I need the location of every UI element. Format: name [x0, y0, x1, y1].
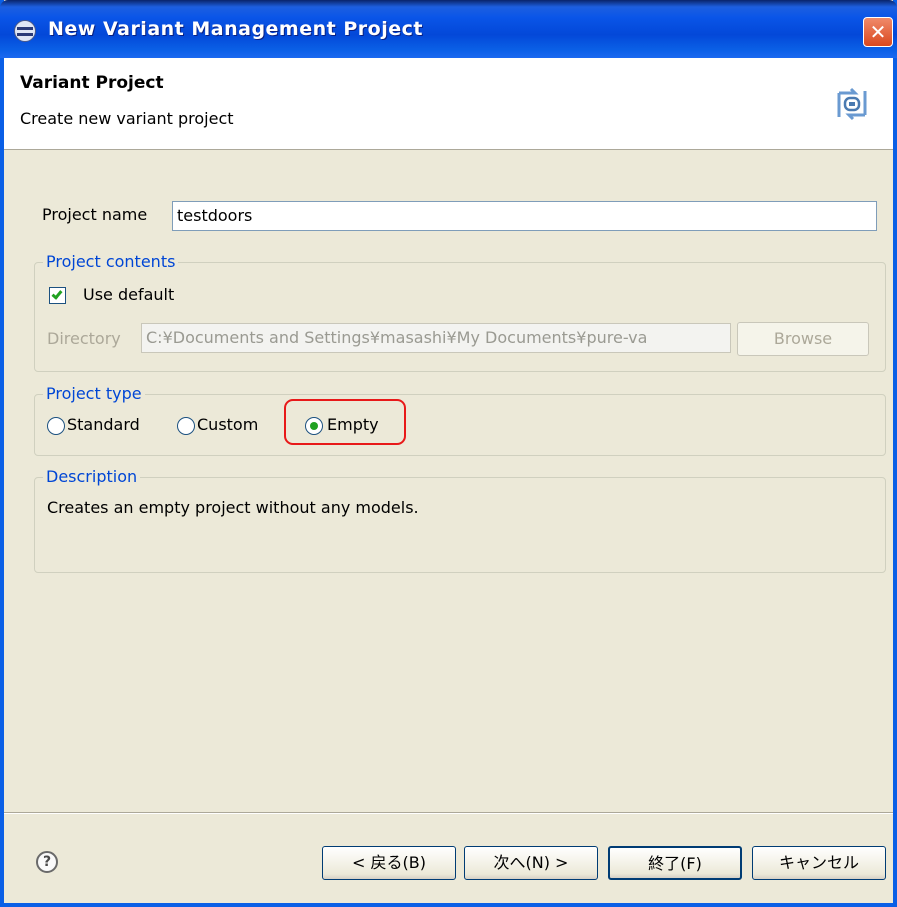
finish-button[interactable]: 終了(F): [608, 846, 742, 880]
project-contents-legend: Project contents: [43, 252, 179, 271]
radio-custom[interactable]: [177, 417, 195, 435]
radio-custom-label[interactable]: Custom: [197, 415, 258, 434]
project-name-input[interactable]: testdoors: [172, 201, 877, 231]
dialog-window: New Variant Management Project ✕ Variant…: [0, 0, 897, 907]
close-button[interactable]: ✕: [863, 17, 893, 47]
directory-input[interactable]: C:¥Documents and Settings¥masashi¥My Doc…: [141, 323, 731, 353]
page-title: Variant Project: [20, 73, 164, 93]
window-title: New Variant Management Project: [48, 18, 423, 40]
wizard-header: Variant Project Create new variant proje…: [4, 58, 893, 150]
description-legend: Description: [43, 467, 141, 486]
use-default-checkbox[interactable]: [49, 287, 66, 304]
directory-label: Directory: [47, 329, 121, 348]
help-icon[interactable]: ?: [36, 851, 58, 873]
browse-button[interactable]: Browse: [737, 322, 869, 356]
project-contents-group: Project contents Use default Directory C…: [34, 252, 886, 372]
project-name-label: Project name: [42, 205, 148, 224]
title-bar[interactable]: New Variant Management Project ✕: [0, 0, 897, 58]
check-icon: [51, 288, 63, 300]
page-description: Create new variant project: [20, 109, 234, 128]
use-default-label[interactable]: Use default: [83, 285, 174, 304]
back-button[interactable]: < 戻る(B): [322, 846, 456, 880]
next-button[interactable]: 次へ(N) >: [464, 846, 598, 880]
radio-standard-label[interactable]: Standard: [67, 415, 140, 434]
footer-separator: [4, 812, 893, 814]
variant-project-icon: [837, 87, 867, 121]
project-type-group: Project type Standard Custom Empty: [34, 384, 886, 456]
project-type-legend: Project type: [43, 384, 145, 403]
radio-standard[interactable]: [47, 417, 65, 435]
description-text: Creates an empty project without any mod…: [47, 498, 419, 517]
description-group: Description Creates an empty project wit…: [34, 467, 886, 573]
empty-highlight-annotation: [284, 399, 406, 445]
eclipse-app-icon: [14, 20, 36, 42]
cancel-button[interactable]: キャンセル: [752, 846, 886, 880]
